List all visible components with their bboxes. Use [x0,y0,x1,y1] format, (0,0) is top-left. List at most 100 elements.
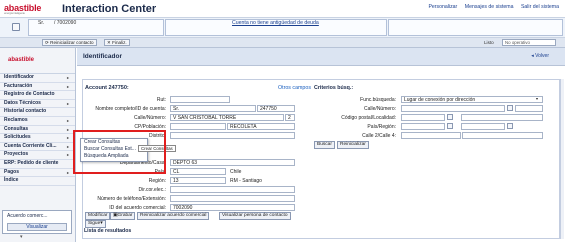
postal-input[interactable] [170,123,226,130]
other-fields-link[interactable]: Otros campos [278,85,311,91]
back-button[interactable]: ◂ Volver [531,53,549,59]
reset-search-button[interactable]: Reinicializar [337,141,369,149]
top-links: Personalizar Mensajes de sistema Salir d… [422,4,559,10]
reset-contact-button[interactable]: ⟳ Reinicializar contacto [42,39,97,46]
rut-input[interactable] [170,96,230,103]
account-id-input[interactable]: 247750 [257,105,295,112]
dropdown-arrow-icon[interactable]: ▾ [536,96,538,101]
city-input[interactable]: RECOLETA [227,123,295,130]
chevron-right-icon: ▸ [66,100,69,106]
context-bar: Sr. / 7002090 Cuenta no tiene antigüedad… [0,18,565,38]
search-function-select[interactable]: Lugar de conexión por dirección [401,96,543,103]
modify-button[interactable]: Modificar [85,212,111,220]
chevron-right-icon: ▸ [66,169,69,175]
context-extra-box [388,19,563,36]
business-agreement-title: Acuerdo comerc... [7,213,48,219]
chevron-down-icon: ▾ [100,221,103,226]
search-criteria-title: Criterios búsq.: [314,85,354,91]
app-title: Interaction Center [62,3,157,15]
refresh-icon: ⟳ [45,40,49,45]
sidebar-item-label: ERP: Pedido de cliente [4,159,59,166]
scroll-down-icon[interactable]: ▾ [20,234,23,240]
value-help-icon[interactable] [447,123,453,129]
sidebar-item-historial[interactable]: Historial contacto [0,108,75,117]
rut-label: Rut: [156,97,166,103]
sidebar-item-solicitudes[interactable]: Solicitudes ▸ [0,134,75,143]
sidebar-item-registro-contacto[interactable]: Registro de Contacto [0,91,75,100]
district-input[interactable] [170,132,295,139]
right-number-input[interactable] [515,105,543,112]
view-contact-person-button[interactable]: Visualizar persona de contacto [219,212,291,220]
right-street-input[interactable] [401,105,505,112]
right-city-input[interactable] [461,114,543,121]
right-country-label: País/Región: [367,124,396,130]
view-agreement-button[interactable]: Visualizar [7,223,67,231]
street-number-input[interactable]: 2 [285,114,295,121]
back-label: Volver [535,53,549,59]
right-street2-input[interactable] [401,132,461,139]
close-icon: ✕ [107,40,111,45]
agreement-id-label: ID del acuerdo comercial: [109,205,166,211]
sidebar-item-label: Identificador [4,74,35,80]
sidebar-item-facturacion[interactable]: Facturación ▸ [0,83,75,92]
finish-label: Finaliz. [112,40,127,45]
finish-button[interactable]: ✕ Finaliz. [104,39,130,46]
apartment-input[interactable]: DEPTO 63 [170,159,295,166]
system-messages-link[interactable]: Mensajes de sistema [465,4,514,10]
save-label: Grabar [117,213,133,218]
sidebar-logo: abastible [0,48,75,74]
right-country-input[interactable] [401,123,445,130]
chevron-right-icon: ▸ [66,152,69,158]
street-input[interactable]: V SAN CRISTOBAL TORRE [170,114,284,121]
sidebar-item-label: Datos Técnicos [4,99,41,106]
name-input[interactable]: Sr. [170,105,256,112]
next-button[interactable]: Sigue▾ [85,220,106,228]
sidebar-item-proyectos[interactable]: Proyectos ▸ [0,151,75,160]
country-code-input[interactable]: CL [170,168,226,175]
phone-input[interactable] [170,195,295,202]
top-header: abastible energía inteligente Interactio… [0,0,565,18]
sidebar-item-label: Solicitudes [4,134,31,141]
right-region-input[interactable] [461,123,505,130]
business-agreement-box: Acuerdo comerc... Visualizar [2,210,72,234]
back-arrow-icon: ◂ [531,53,534,59]
region-code-input[interactable]: 13 [170,177,226,184]
right-street-label: Calle/Número: [364,106,396,112]
status-select[interactable]: No operativo [502,39,556,46]
sidebar-item-erp-pedido[interactable]: ERP: Pedido de cliente [0,160,75,169]
phone-label: Número de teléfono/Extensión: [97,196,166,202]
sidebar-item-consultas[interactable]: Consultas ▸ [0,126,75,135]
full-name-label: Nombre completo/ID de cuenta: [95,106,166,112]
sidebar-item-label: Pagos [4,168,20,175]
sidebar-item-reclamos[interactable]: Reclamos ▸ [0,117,75,126]
sidebar-item-indice[interactable]: Índice [0,177,75,186]
sidebar-item-pagos[interactable]: Pagos ▸ [0,169,75,178]
status-label: Listo [484,40,494,45]
chevron-right-icon: ▸ [66,143,69,149]
logout-link[interactable]: Salir del sistema [521,4,559,10]
page-title: Identificador [83,53,123,60]
right-street4-input[interactable] [462,132,543,139]
country-name: Chile [230,169,242,175]
results-list-title: Lista de resultados [84,228,132,234]
reset-agreement-button[interactable]: Reinicializar acuerdo comercial [137,212,210,220]
main-scrollbar[interactable] [560,79,564,239]
value-help-icon[interactable] [507,123,513,129]
debt-notice-link[interactable]: Cuenta no tiene antigüedad de deuda [232,20,319,26]
value-help-icon[interactable] [447,114,453,120]
sidebar-item-label: Registro de Contacto [4,91,55,98]
chevron-right-icon: ▸ [66,83,69,89]
right-postal-input[interactable] [401,114,445,121]
agreement-id-input[interactable]: 7002090 [170,204,295,211]
sidebar-item-label: Historial contacto [4,108,47,115]
customer-salutation: Sr. [38,20,45,26]
region-name: RM - Santiago [230,178,262,184]
value-help-icon[interactable] [507,105,513,111]
sidebar-item-identificador[interactable]: Identificador ▸ [0,74,75,83]
save-button[interactable]: ▣Grabar [110,212,136,220]
sidebar-item-datos-tecnicos[interactable]: Datos Técnicos ▸ [0,100,75,109]
email-input[interactable] [170,186,295,193]
personalize-link[interactable]: Personalizar [428,4,457,10]
search-button[interactable]: Buscar [314,141,335,149]
sidebar-item-cuenta-corriente[interactable]: Cuenta Corriente Cli... ▸ [0,143,75,152]
